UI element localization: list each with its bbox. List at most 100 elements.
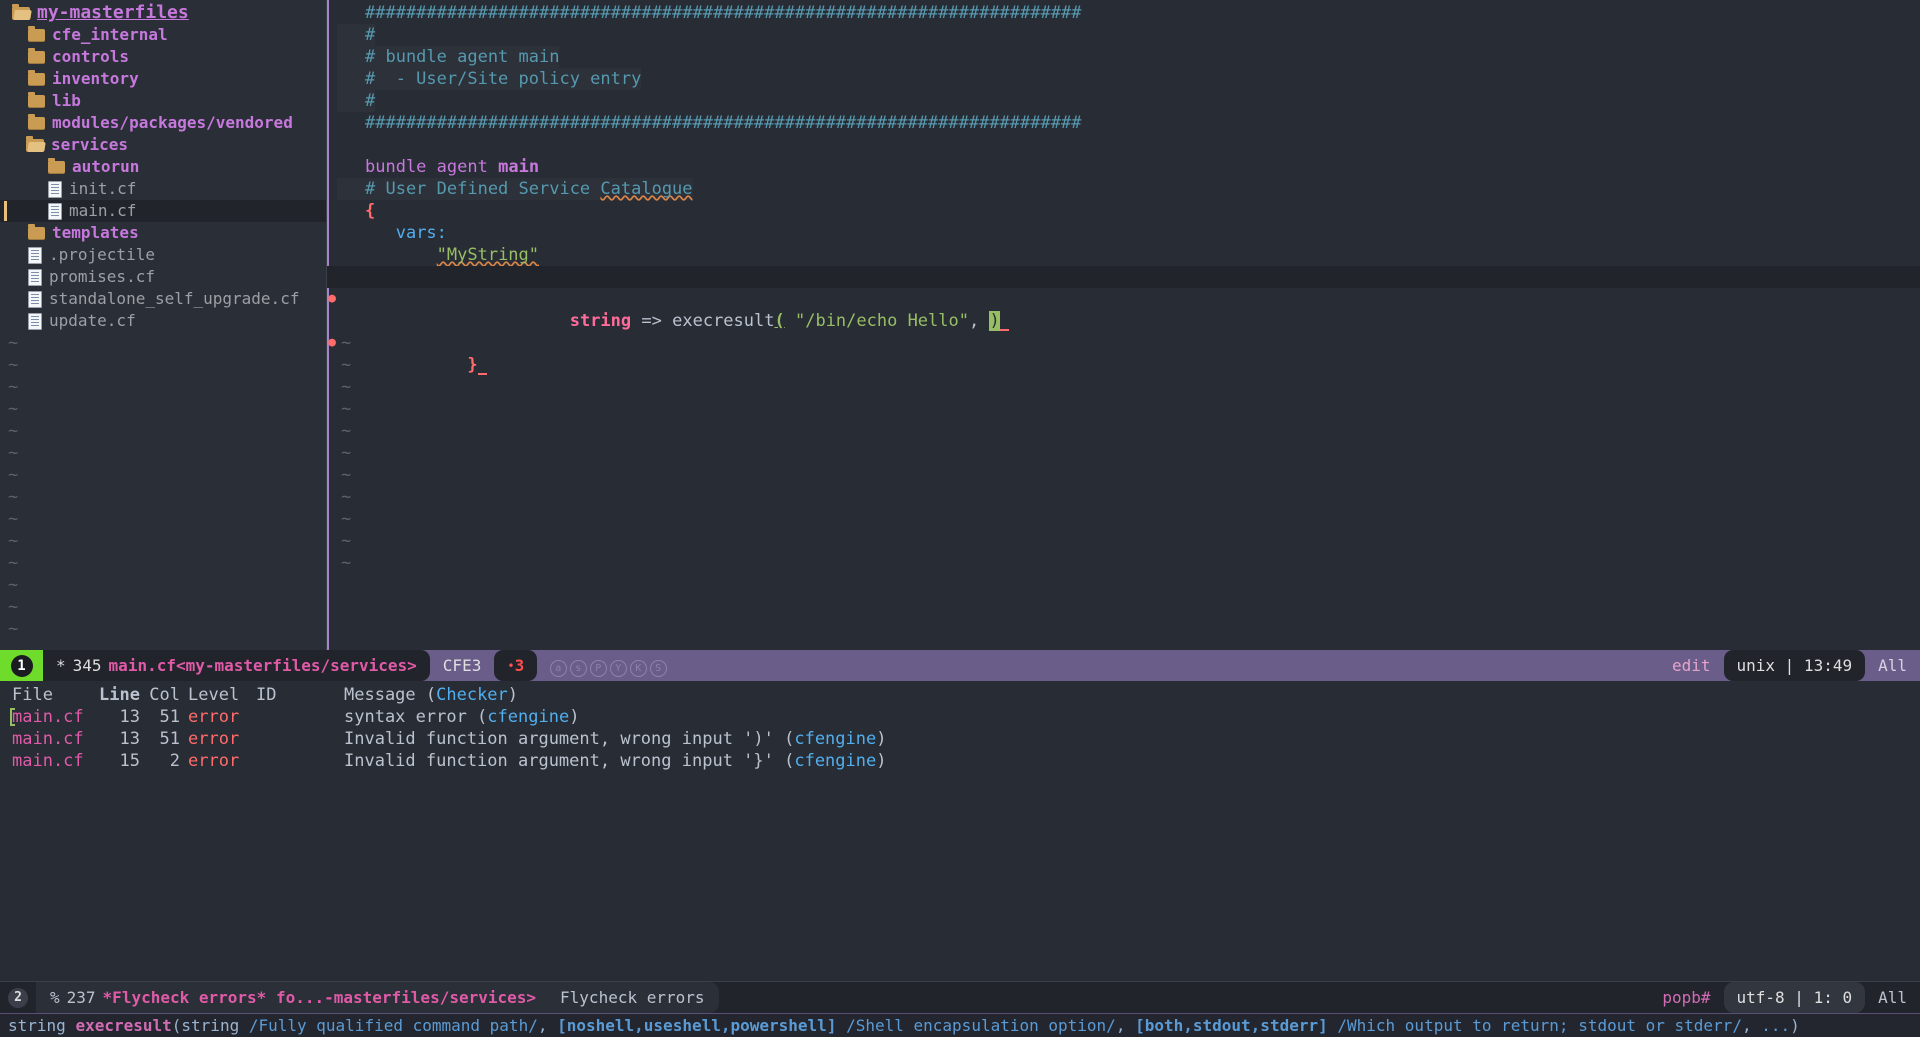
tilde-marker: ~: [337, 443, 351, 463]
error-checker: cfengine: [794, 729, 876, 749]
sidebar-item-main-cf[interactable]: main.cf: [0, 200, 327, 222]
tilde-marker: ~: [4, 596, 18, 618]
code-banner-bottom: ########################################…: [337, 112, 1081, 134]
encoding-and-position: utf-8 | 1: 0: [1737, 987, 1853, 1009]
echo-separator-1: ,: [538, 1016, 557, 1035]
sidebar-item-label: standalone_self_upgrade.cf: [49, 288, 299, 310]
tilde-marker: ~: [4, 486, 18, 508]
editor-empty-line: ~: [327, 530, 1920, 552]
code-editor-pane[interactable]: ########################################…: [327, 0, 1920, 650]
buffer-size: 345: [73, 655, 102, 677]
file-icon: [48, 181, 62, 198]
flycheck-errors-pane[interactable]: FileLineColLevelIDMessage (Checker) main…: [0, 681, 1920, 981]
error-level: error: [180, 728, 256, 750]
bundle-name: main: [498, 157, 539, 177]
major-mode-segment[interactable]: CFE3: [430, 650, 495, 681]
echo-arg2-doc: /Shell encapsulation option/: [836, 1016, 1115, 1035]
sidebar-item-templates[interactable]: templates: [0, 222, 327, 244]
treemacs-sidebar[interactable]: my-masterfiles cfe_internal controls inv…: [0, 0, 327, 650]
error-checker: cfengine: [794, 751, 876, 771]
flycheck-error-row[interactable]: main.cf1351errorInvalid function argumen…: [0, 728, 1920, 750]
tilde-marker: ~: [4, 508, 18, 530]
error-col: 51: [140, 706, 180, 728]
major-mode-label: CFE3: [443, 655, 482, 677]
sidebar-empty-lines: ~~~~~~~~~~~~~~: [0, 332, 327, 640]
echo-arg1-type: string: [181, 1016, 248, 1035]
sidebar-item-services[interactable]: services: [0, 134, 327, 156]
sidebar-item-label: update.cf: [49, 310, 136, 332]
minor-modes-segment[interactable]: asPYKS: [537, 650, 683, 681]
folder-icon: [28, 73, 45, 86]
tilde-marker: ~: [4, 420, 18, 442]
error-line: 15: [96, 750, 140, 772]
echo-separator-2: ,: [1116, 1016, 1135, 1035]
tilde-marker: ~: [4, 398, 18, 420]
sidebar-empty-line: ~: [0, 442, 327, 464]
tilde-marker: ~: [337, 377, 351, 397]
sidebar-item-promises-cf[interactable]: promises.cf: [0, 266, 327, 288]
modified-indicator: *: [56, 655, 66, 677]
folder-icon: [28, 227, 45, 240]
scroll-position-segment: All: [1865, 650, 1920, 681]
sidebar-item-label: autorun: [72, 156, 139, 178]
sidebar-empty-line: ~: [0, 618, 327, 640]
buffer-info-segment[interactable]: * 345 main.cf<my-masterfiles/services>: [43, 650, 430, 681]
sidebar-item-init-cf[interactable]: init.cf: [0, 178, 327, 200]
editor-empty-line: ~: [327, 486, 1920, 508]
flycheck-error-row[interactable]: main.cf152errorInvalid function argument…: [0, 750, 1920, 772]
tilde-marker: ~: [4, 574, 18, 596]
tilde-marker: ~: [337, 421, 351, 441]
echo-arg3-options: [both,stdout,stderr]: [1135, 1016, 1328, 1035]
tilde-marker: ~: [337, 333, 351, 353]
folder-icon: [28, 117, 45, 130]
error-count: 3: [515, 655, 525, 677]
buffer-info-segment-2[interactable]: % 237 *Flycheck errors* fo...-masterfile…: [36, 982, 719, 1013]
minor-mode-a-icon: a: [550, 660, 567, 677]
file-icon: [48, 203, 62, 220]
encoding-time-segment[interactable]: unix | 13:49: [1724, 650, 1866, 681]
sidebar-item-label: cfe_internal: [52, 24, 168, 46]
sidebar-item-projectile[interactable]: .projectile: [0, 244, 327, 266]
sidebar-item-modules-packages-vendored[interactable]: modules/packages/vendored: [0, 112, 327, 134]
tilde-marker: ~: [4, 530, 18, 552]
sidebar-empty-line: ~: [0, 596, 327, 618]
file-icon: [28, 247, 42, 264]
error-checker: cfengine: [487, 707, 569, 727]
error-message-close: ): [876, 751, 886, 771]
window-number: 2: [8, 988, 28, 1008]
error-level: error: [180, 750, 256, 772]
flycheck-error-row[interactable]: main.cf1351errorsyntax error (cfengine): [0, 706, 1920, 728]
sidebar-item-lib[interactable]: lib: [0, 90, 327, 112]
editor-empty-lines: ~~~~~~~~~~~: [327, 332, 1920, 574]
sidebar-item-inventory[interactable]: inventory: [0, 68, 327, 90]
folder-icon: [28, 51, 45, 64]
sidebar-item-cfe_internal[interactable]: cfe_internal: [0, 24, 327, 46]
sidebar-empty-line: ~: [0, 486, 327, 508]
sidebar-item-label: controls: [52, 46, 129, 68]
spellcheck-word: Catalogue: [600, 179, 692, 199]
column-header-col: Col: [140, 684, 180, 706]
column-header-level: Level: [180, 684, 256, 706]
folder-open-icon: [26, 139, 44, 152]
sidebar-item-update-cf[interactable]: update.cf: [0, 310, 327, 332]
tilde-marker: ~: [4, 354, 18, 376]
flycheck-status-segment[interactable]: • 3: [494, 650, 537, 681]
vars-section-label: vars:: [396, 223, 447, 243]
encoding-and-time: unix | 13:49: [1737, 655, 1853, 677]
sidebar-item-controls[interactable]: controls: [0, 46, 327, 68]
code-line-blank: [327, 134, 1920, 156]
treemacs-root-node[interactable]: my-masterfiles: [0, 2, 327, 24]
error-file: main.cf: [12, 706, 96, 728]
editor-empty-line: ~: [327, 420, 1920, 442]
code-comment: #: [337, 90, 375, 112]
editor-empty-line: ~: [327, 464, 1920, 486]
code-line: {: [327, 200, 1920, 222]
echo-paren-open: (: [172, 1016, 182, 1035]
error-col: 51: [140, 728, 180, 750]
sidebar-item-autorun[interactable]: autorun: [0, 156, 327, 178]
encoding-position-segment[interactable]: utf-8 | 1: 0: [1724, 982, 1866, 1013]
tilde-marker: ~: [337, 399, 351, 419]
file-icon: [28, 291, 42, 308]
sidebar-item-standalone-self-upgrade-cf[interactable]: standalone_self_upgrade.cf: [0, 288, 327, 310]
scroll-position: All: [1878, 655, 1907, 677]
